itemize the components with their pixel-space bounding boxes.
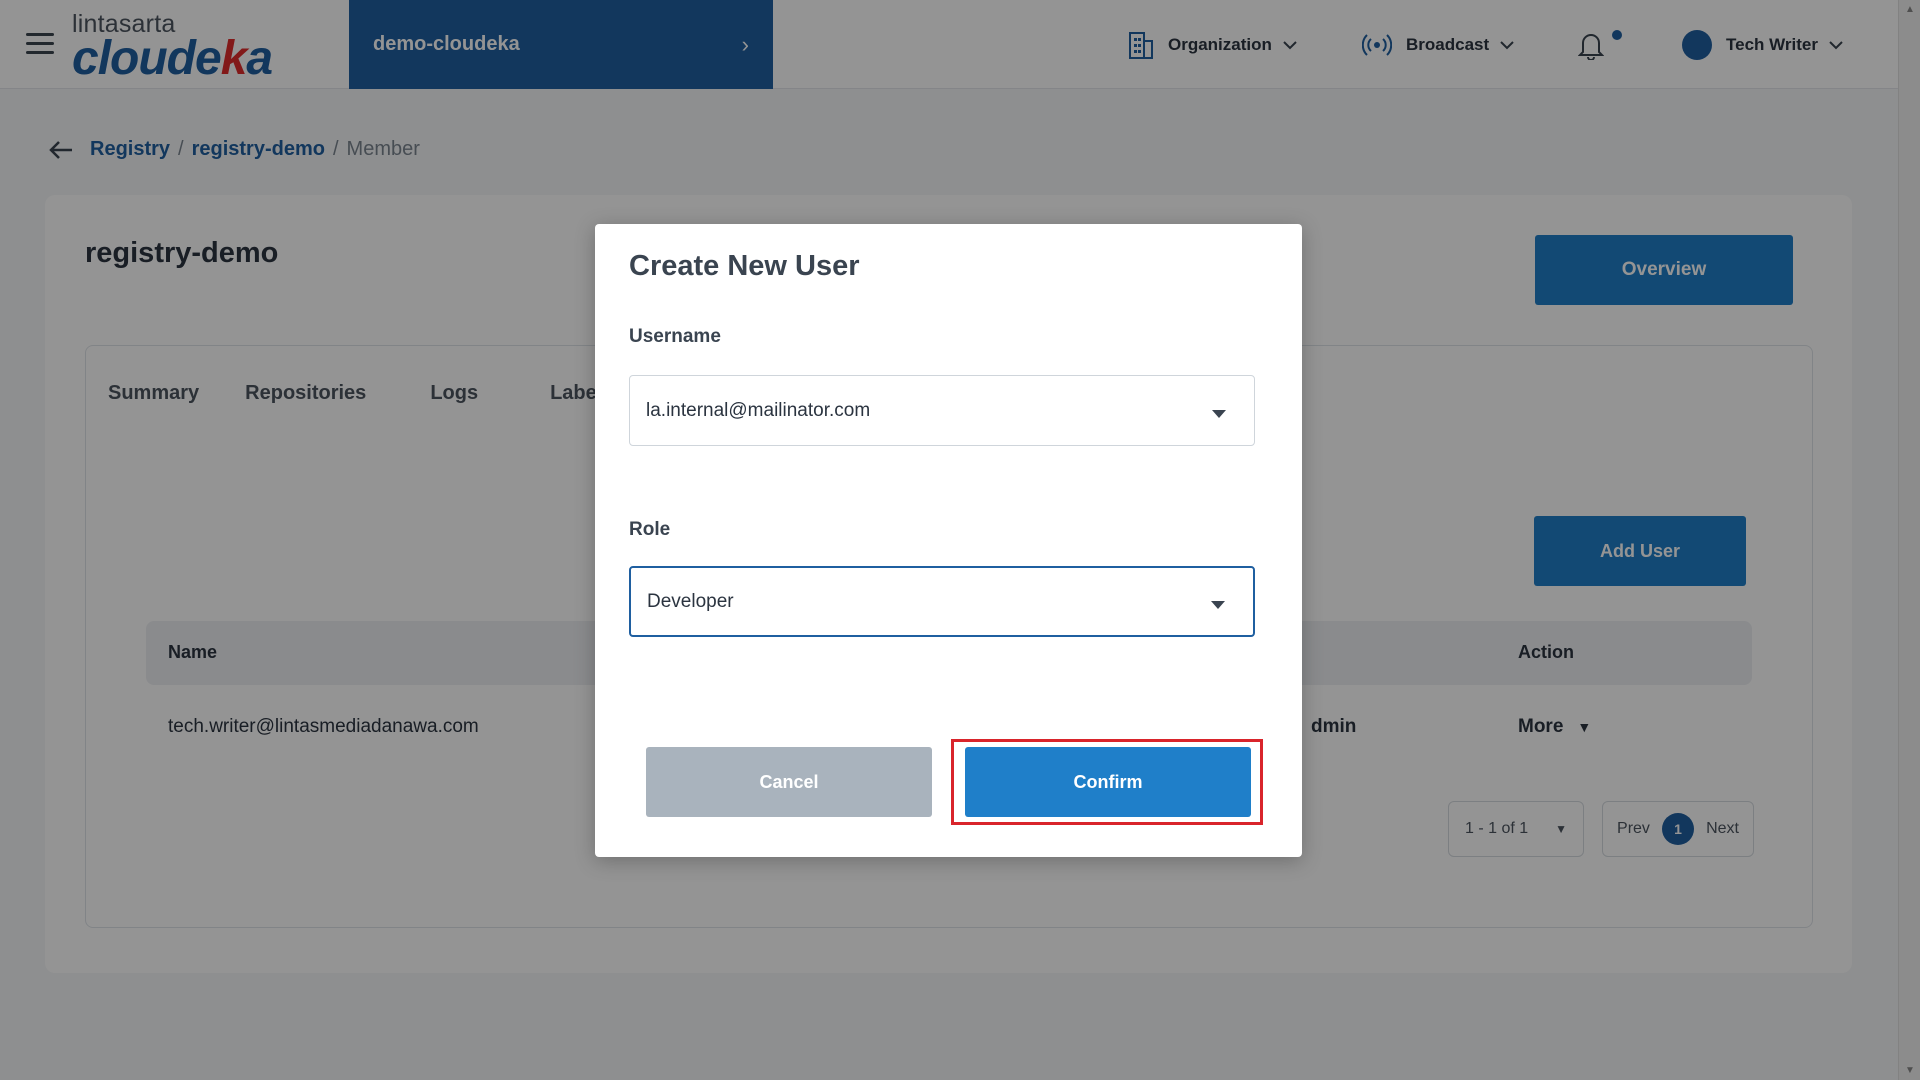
caret-down-icon (1211, 600, 1225, 609)
role-value: Developer (647, 590, 734, 612)
app: lintasarta cloudeka demo-cloudeka › Orga… (0, 0, 1920, 1080)
create-user-modal: Create New User Username la.internal@mai… (595, 224, 1302, 857)
confirm-button[interactable]: Confirm (965, 747, 1251, 817)
username-label: Username (629, 326, 721, 347)
modal-title: Create New User (629, 250, 860, 282)
caret-down-icon (1212, 409, 1226, 418)
username-value: la.internal@mailinator.com (646, 399, 871, 421)
role-select[interactable]: Developer (629, 566, 1255, 637)
cancel-button[interactable]: Cancel (646, 747, 932, 817)
role-label: Role (629, 519, 671, 540)
username-select[interactable]: la.internal@mailinator.com (629, 375, 1255, 446)
